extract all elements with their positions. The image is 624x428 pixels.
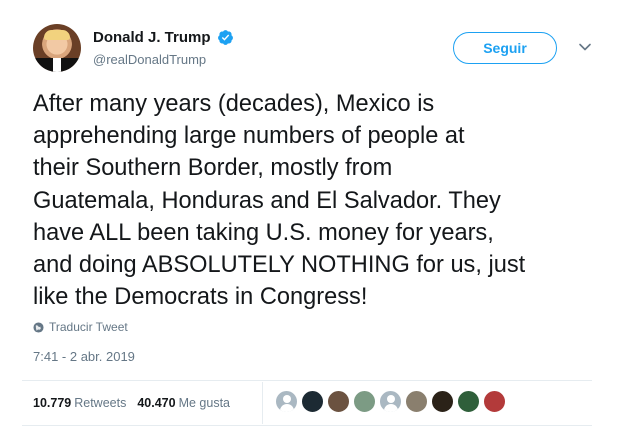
avatar-body xyxy=(384,404,398,412)
avatar-head xyxy=(283,395,291,403)
stats-separator xyxy=(262,382,263,424)
liker-avatar-icon[interactable] xyxy=(301,390,324,413)
translate-tweet-label[interactable]: Traducir Tweet xyxy=(49,320,128,334)
author-info[interactable]: Donald J. Trump @realDonaldTrump xyxy=(93,29,234,67)
retweets-label[interactable]: Retweets xyxy=(74,396,126,410)
likes-count[interactable]: 40.470 xyxy=(137,396,175,410)
liker-avatar-icon[interactable] xyxy=(457,390,480,413)
liker-avatar-icon[interactable] xyxy=(483,390,506,413)
translate-tweet-link[interactable]: Traducir Tweet xyxy=(33,320,128,334)
liker-avatar-icon[interactable] xyxy=(353,390,376,413)
liker-avatars xyxy=(275,390,506,413)
avatar-shirt xyxy=(53,58,61,72)
author-display-name[interactable]: Donald J. Trump xyxy=(93,29,211,46)
author-handle[interactable]: @realDonaldTrump xyxy=(93,52,234,67)
default-avatar-icon[interactable] xyxy=(379,390,402,413)
tweet-timestamp[interactable]: 7:41 - 2 abr. 2019 xyxy=(33,349,135,364)
tweet-text: After many years (decades), Mexico is ap… xyxy=(33,91,526,311)
verified-badge-icon xyxy=(217,30,233,45)
avatar-body xyxy=(280,404,294,412)
likes-label[interactable]: Me gusta xyxy=(179,396,230,410)
divider-top xyxy=(22,380,592,381)
globe-icon xyxy=(33,321,44,333)
default-avatar-icon[interactable] xyxy=(275,390,298,413)
avatar-hair xyxy=(44,30,70,40)
avatar-head xyxy=(387,395,395,403)
liker-avatar-icon[interactable] xyxy=(327,390,350,413)
liker-avatar-icon[interactable] xyxy=(405,390,428,413)
name-row: Donald J. Trump xyxy=(93,29,234,46)
retweets-count[interactable]: 10.779 xyxy=(33,396,71,410)
chevron-down-icon[interactable] xyxy=(578,40,592,54)
divider-bottom xyxy=(22,425,592,426)
tweet-stats: 10.779 Retweets 40.470 Me gusta xyxy=(33,396,241,410)
follow-button[interactable]: Seguir xyxy=(453,32,557,64)
liker-avatar-icon[interactable] xyxy=(431,390,454,413)
author-avatar[interactable] xyxy=(33,24,81,72)
